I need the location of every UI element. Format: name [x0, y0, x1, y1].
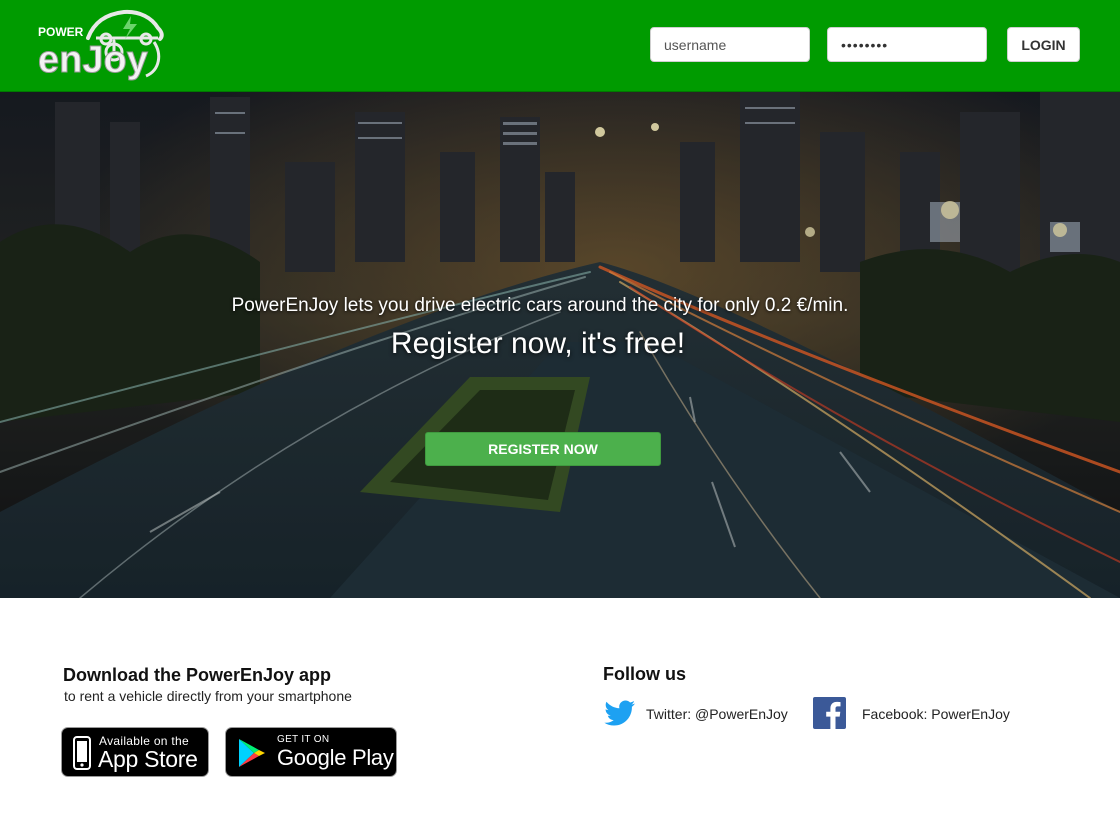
hero-cta-title: Register now, it's free! [390, 327, 686, 360]
facebook-link[interactable]: Facebook: PowerEnJoy [813, 697, 1013, 729]
password-input[interactable] [827, 27, 987, 62]
twitter-bird-icon [604, 700, 635, 726]
top-header: POWER enJoy LOGIN [0, 0, 1120, 92]
powerenjoy-logo[interactable]: POWER enJoy [36, 8, 166, 86]
follow-us-title: Follow us [603, 664, 686, 684]
google-play-big-text: Google Play [277, 745, 394, 770]
app-store-badge[interactable]: Available on the App Store [61, 727, 209, 777]
login-button[interactable]: LOGIN [1007, 27, 1080, 62]
hero-banner: PowerEnJoy lets you drive electric cars … [0, 92, 1120, 598]
logo-power-text: POWER [38, 25, 84, 39]
register-now-button[interactable]: REGISTER NOW [425, 432, 661, 466]
car-plug-logo-icon: POWER enJoy [38, 9, 164, 82]
download-app-subtitle: to rent a vehicle directly from your sma… [64, 688, 352, 704]
logo-enjoy-text: enJoy [38, 39, 148, 81]
facebook-label: Facebook: PowerEnJoy [862, 706, 1010, 722]
twitter-label: Twitter: @PowerEnJoy [646, 706, 788, 722]
facebook-icon [813, 697, 846, 729]
app-store-big-text: App Store [98, 746, 198, 772]
hero-tagline: PowerEnJoy lets you drive electric cars … [231, 295, 849, 316]
play-triangle-icon [239, 739, 265, 767]
google-play-small-text: GET IT ON [277, 734, 330, 745]
google-play-badge[interactable]: GET IT ON Google Play [225, 727, 397, 777]
twitter-link[interactable]: Twitter: @PowerEnJoy [603, 697, 793, 729]
phone-icon [73, 736, 91, 770]
download-app-title: Download the PowerEnJoy app [63, 665, 332, 685]
username-input[interactable] [650, 27, 810, 62]
